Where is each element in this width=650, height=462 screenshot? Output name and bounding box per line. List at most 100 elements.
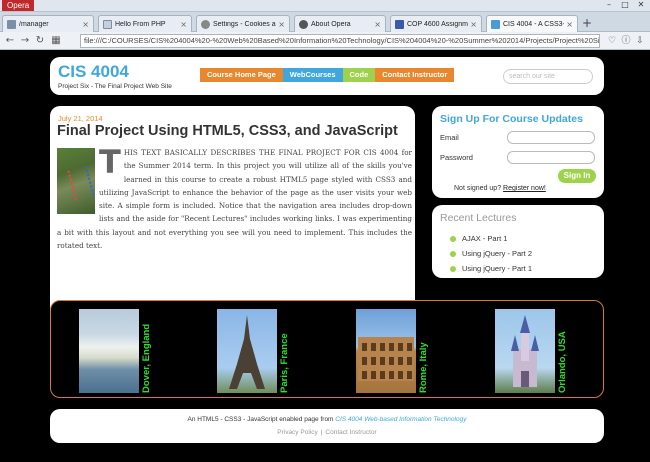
gallery-caption: Dover, England xyxy=(141,323,152,393)
article-body: T his text basically describes the final… xyxy=(57,146,412,252)
tab-close-icon[interactable]: × xyxy=(374,20,381,29)
lecture-link[interactable]: Using jQuery - Part 1 xyxy=(462,264,532,273)
lecture-link[interactable]: AJAX - Part 1 xyxy=(462,234,507,243)
tab-close-icon[interactable]: × xyxy=(180,20,187,29)
privacy-policy-link[interactable]: Privacy Policy xyxy=(277,429,317,436)
site-subtitle: Project Six - The Final Project Web Site xyxy=(58,83,172,90)
search-input[interactable]: search our site xyxy=(503,69,593,84)
list-item[interactable]: Using jQuery - Part 1 xyxy=(450,261,532,276)
separator: | xyxy=(320,429,323,436)
reload-icon[interactable]: ↻ xyxy=(34,35,46,47)
nav-code[interactable]: Code xyxy=(342,68,376,82)
tab-cop-4600[interactable]: COP 4600 Assignme × xyxy=(390,15,482,32)
gallery-item-orlando: Orlando, USA xyxy=(495,309,570,393)
password-label: Password xyxy=(440,153,473,162)
email-field[interactable] xyxy=(507,131,595,144)
register-prompt: Not signed up? Register now! xyxy=(454,185,546,192)
bullet-icon xyxy=(450,250,456,257)
gallery-item-paris: Paris, France xyxy=(217,309,292,393)
page-viewport: CIS 4004 Project Six - The Final Project… xyxy=(0,51,650,462)
tab-manager[interactable]: /manager × xyxy=(2,15,94,32)
tab-bar: /manager × Hello From PHP × Settings - C… xyxy=(0,12,650,32)
footer-course-link[interactable]: CIS 4004 Web-based Information Technolog… xyxy=(335,416,466,423)
gallery-item-rome: Rome, Italy xyxy=(356,309,431,393)
sign-in-button[interactable]: Sign In xyxy=(558,169,596,183)
colosseum-image xyxy=(356,309,416,393)
speed-dial-icon[interactable]: ▦ xyxy=(50,35,62,47)
tab-label: Hello From PHP xyxy=(115,20,166,28)
footer-text: An HTML5 - CSS3 - JavaScript enabled pag… xyxy=(50,416,604,423)
gallery-caption: Orlando, USA xyxy=(557,331,568,393)
tab-hello-php[interactable]: Hello From PHP × xyxy=(98,15,192,32)
tab-close-icon[interactable]: × xyxy=(470,20,477,29)
gallery-caption: Paris, France xyxy=(279,333,290,393)
tab-settings[interactable]: Settings - Cookies an × xyxy=(196,15,290,32)
address-bar-row: ← → ↻ ▦ file:///C:/COURSES/CIS%204004%20… xyxy=(0,32,650,50)
opera-menu-button[interactable]: Opera xyxy=(2,0,35,11)
drop-cap: T xyxy=(99,143,121,181)
info-icon xyxy=(299,19,308,29)
info-icon[interactable]: ⓘ xyxy=(620,35,632,47)
new-tab-icon[interactable]: + xyxy=(580,16,594,30)
recent-lectures-list: AJAX - Part 1 Using jQuery - Part 2 Usin… xyxy=(450,231,532,276)
nav-contact-instructor[interactable]: Contact Instructor xyxy=(375,68,455,82)
lecture-link[interactable]: Using jQuery - Part 2 xyxy=(462,249,532,258)
page-icon xyxy=(491,19,500,29)
tab-close-icon[interactable]: × xyxy=(278,20,285,29)
article-photo xyxy=(57,148,95,214)
signup-title: Sign Up For Course Updates xyxy=(440,113,583,125)
list-item[interactable]: AJAX - Part 1 xyxy=(450,231,532,246)
article-title: Final Project Using HTML5, CSS3, and Jav… xyxy=(57,123,398,139)
photo-gallery: Dover, England Paris, France Rome, Italy… xyxy=(50,300,604,398)
castle-icon xyxy=(511,315,539,387)
nav-course-home[interactable]: Course Home Page xyxy=(200,68,283,82)
tab-label: /manager xyxy=(19,20,49,28)
site-header: CIS 4004 Project Six - The Final Project… xyxy=(50,57,604,95)
tab-label: About Opera xyxy=(311,20,351,28)
email-label: Email xyxy=(440,133,459,142)
not-signed-text: Not signed up? xyxy=(454,185,502,192)
article-date: July 21, 2014 xyxy=(58,114,103,123)
site-footer: An HTML5 - CSS3 - JavaScript enabled pag… xyxy=(50,409,604,443)
tab-cis-4004[interactable]: CIS 4004 - A CSS3-En × xyxy=(486,15,578,32)
maximize-icon[interactable]: □ xyxy=(618,0,632,10)
dover-cliffs-image xyxy=(79,309,139,393)
gallery-item-dover: Dover, England xyxy=(79,309,154,393)
footer-links: Privacy Policy | Contact Instructor xyxy=(50,429,604,436)
tab-close-icon[interactable]: × xyxy=(82,20,89,29)
tab-label: CIS 4004 - A CSS3-En xyxy=(503,20,565,28)
tab-label: Settings - Cookies an xyxy=(213,20,277,28)
page-icon xyxy=(7,19,16,29)
nav-webcourses[interactable]: WebCourses xyxy=(282,68,343,82)
register-link[interactable]: Register now! xyxy=(503,185,546,192)
footer-contact-link[interactable]: Contact Instructor xyxy=(325,429,376,436)
gear-icon xyxy=(201,19,210,29)
page-icon xyxy=(103,19,112,29)
minimize-icon[interactable]: – xyxy=(602,0,616,10)
colosseum-icon xyxy=(358,337,414,381)
tab-close-icon[interactable]: × xyxy=(566,20,573,29)
main-nav: Course Home Page WebCourses Code Contact… xyxy=(200,68,455,82)
article-lead: his text basically describes the final p… xyxy=(123,148,361,157)
forward-icon[interactable]: → xyxy=(19,35,31,47)
window-controls: – □ ✕ xyxy=(602,0,648,10)
tab-label: COP 4600 Assignme xyxy=(407,20,469,28)
eiffel-tower-icon xyxy=(229,315,265,389)
url-field[interactable]: file:///C:/COURSES/CIS%204004%20-%20Web%… xyxy=(80,34,600,48)
tab-about-opera[interactable]: About Opera × xyxy=(294,15,386,32)
gallery-caption: Rome, Italy xyxy=(418,342,429,393)
castle-image xyxy=(495,309,555,393)
page-icon xyxy=(395,19,404,29)
bookmark-icon[interactable]: ♡ xyxy=(606,35,618,47)
download-icon[interactable]: ⇩ xyxy=(634,35,646,47)
signup-form: Sign Up For Course Updates Email Passwor… xyxy=(432,106,604,198)
password-field[interactable] xyxy=(507,151,595,164)
recent-lectures: Recent Lectures AJAX - Part 1 Using jQue… xyxy=(432,205,604,278)
back-icon[interactable]: ← xyxy=(4,35,16,47)
close-window-icon[interactable]: ✕ xyxy=(634,0,648,10)
list-item[interactable]: Using jQuery - Part 2 xyxy=(450,246,532,261)
bullet-icon xyxy=(450,235,456,242)
footer-statement: An HTML5 - CSS3 - JavaScript enabled pag… xyxy=(187,416,334,423)
window-titlebar: Opera – □ ✕ xyxy=(0,0,650,12)
site-title: CIS 4004 xyxy=(58,62,129,81)
